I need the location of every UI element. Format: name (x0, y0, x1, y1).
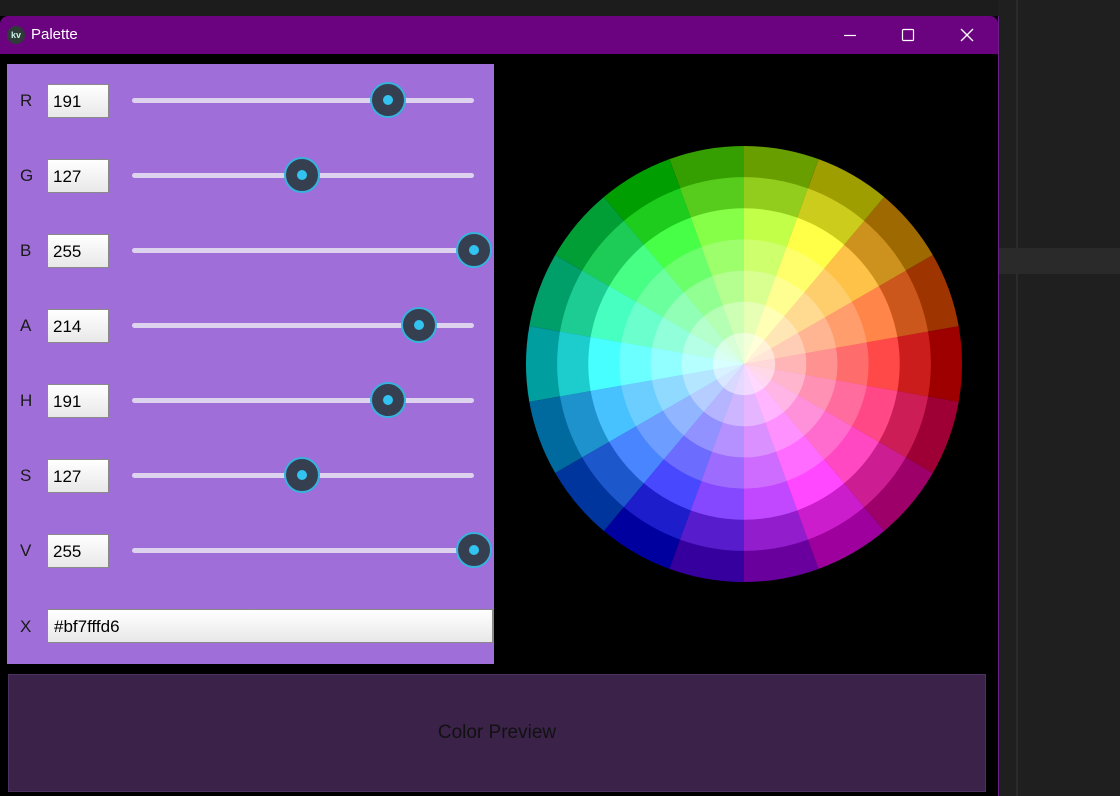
channel-row-b: B 255 (7, 232, 494, 269)
color-preview-label: Color Preview (437, 722, 557, 743)
channel-row-a: A 214 (7, 307, 494, 344)
channel-slider-thumb[interactable] (456, 532, 492, 568)
channel-row-g: G 127 (7, 157, 494, 194)
channel-label: R (20, 91, 33, 110)
kivy-logo-icon: kv (7, 26, 25, 44)
maximize-button[interactable] (879, 16, 937, 54)
hex-input[interactable]: #bf7fffd6 (47, 609, 493, 643)
maximize-icon (901, 28, 915, 42)
channel-label: A (20, 316, 32, 335)
channel-value-input[interactable]: 127 (47, 459, 109, 493)
channel-value-input[interactable]: 191 (47, 84, 109, 118)
channel-row-r: R 191 (7, 82, 494, 119)
channel-slider-track[interactable] (132, 82, 474, 118)
background-highlight-band (998, 248, 1120, 274)
hex-label: X (20, 617, 32, 636)
channel-slider-thumb[interactable] (370, 382, 407, 418)
close-button[interactable] (938, 16, 996, 54)
channel-slider-track[interactable] (132, 307, 474, 343)
channel-slider-track[interactable] (132, 532, 492, 568)
hex-row: X #bf7fffd6 (7, 609, 494, 645)
color-preview: Color Preview (8, 674, 986, 792)
channel-slider-thumb[interactable] (400, 307, 437, 343)
channel-slider-thumb[interactable] (284, 157, 321, 193)
palette-window: kv Palette R 191 G 127 B 255 A 214 H 191… (0, 16, 999, 796)
title-bar[interactable]: kv Palette (0, 16, 998, 54)
channel-slider-track[interactable] (132, 157, 474, 193)
channel-label: H (20, 391, 33, 410)
channel-slider-thumb[interactable] (456, 232, 492, 268)
minimize-icon (844, 34, 856, 37)
channel-value-input[interactable]: 127 (47, 159, 109, 193)
channel-slider-track[interactable] (132, 382, 474, 418)
channel-slider-track[interactable] (132, 232, 492, 268)
channel-value-input[interactable]: 214 (47, 309, 109, 343)
window-title: Palette (31, 26, 78, 43)
color-wheel[interactable] (525, 145, 963, 583)
channel-slider-thumb[interactable] (370, 82, 407, 118)
channel-label: S (20, 466, 32, 485)
background-strip (0, 0, 1000, 16)
channel-value-input[interactable]: 191 (47, 384, 109, 418)
channel-row-v: V 255 (7, 532, 494, 569)
channel-label: V (20, 541, 32, 560)
channel-slider-thumb[interactable] (284, 457, 321, 493)
channel-panel: R 191 G 127 B 255 A 214 H 191 S 127 V 25… (7, 64, 494, 664)
channel-row-s: S 127 (7, 457, 494, 494)
close-icon (960, 28, 974, 42)
channel-value-input[interactable]: 255 (47, 534, 109, 568)
channel-label: G (20, 166, 34, 185)
channel-slider-track[interactable] (132, 457, 474, 493)
background-divider (1016, 0, 1018, 796)
channel-row-h: H 191 (7, 382, 494, 419)
background-app-area (998, 0, 1120, 796)
channel-label: B (20, 241, 32, 260)
channel-value-input[interactable]: 255 (47, 234, 109, 268)
minimize-button[interactable] (821, 16, 879, 54)
